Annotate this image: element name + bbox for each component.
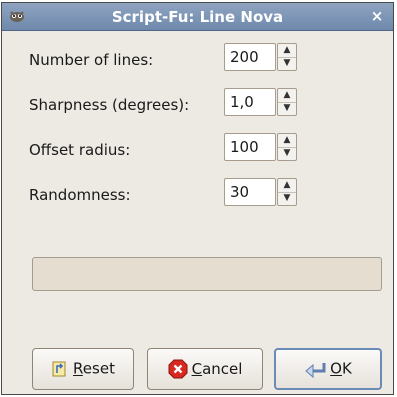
- offset-radius-input[interactable]: 100: [224, 133, 276, 161]
- sharpness-label: Sharpness (degrees):: [29, 96, 190, 114]
- spin-down-icon[interactable]: ▼: [278, 192, 296, 205]
- number-of-lines-input[interactable]: 200: [224, 43, 276, 71]
- title-bar[interactable]: Script-Fu: Line Nova ×: [2, 3, 393, 31]
- cancel-button[interactable]: Cancel: [147, 348, 263, 390]
- number-of-lines-spinner[interactable]: 200 ▲ ▼: [224, 43, 301, 73]
- ok-label: OK: [330, 359, 352, 378]
- ok-icon: [305, 362, 326, 378]
- spin-up-icon[interactable]: ▲: [278, 89, 296, 103]
- ok-button[interactable]: OK: [274, 348, 382, 390]
- reset-button[interactable]: Reset: [32, 348, 134, 390]
- dialog-window: Script-Fu: Line Nova × Number of lines: …: [1, 2, 394, 395]
- cancel-label: Cancel: [191, 360, 243, 378]
- reset-label: Reset: [73, 359, 115, 378]
- spin-up-icon[interactable]: ▲: [278, 179, 296, 193]
- reset-icon: [52, 361, 66, 376]
- sharpness-spinner[interactable]: 1,0 ▲ ▼: [224, 88, 301, 118]
- spin-up-icon[interactable]: ▲: [278, 134, 296, 148]
- progress-bar: [32, 257, 382, 291]
- randomness-label: Randomness:: [29, 186, 131, 204]
- close-icon[interactable]: ×: [369, 7, 385, 25]
- spin-buttons[interactable]: ▲ ▼: [277, 88, 297, 116]
- spin-down-icon[interactable]: ▼: [278, 57, 296, 70]
- spin-buttons[interactable]: ▲ ▼: [277, 133, 297, 161]
- spin-down-icon[interactable]: ▼: [278, 102, 296, 115]
- number-of-lines-label: Number of lines:: [29, 51, 154, 69]
- spin-down-icon[interactable]: ▼: [278, 147, 296, 160]
- cancel-icon: [168, 359, 188, 379]
- window-title: Script-Fu: Line Nova: [111, 8, 284, 26]
- spin-buttons[interactable]: ▲ ▼: [277, 43, 297, 71]
- offset-radius-spinner[interactable]: 100 ▲ ▼: [224, 133, 301, 163]
- spin-up-icon[interactable]: ▲: [278, 44, 296, 58]
- randomness-input[interactable]: 30: [224, 178, 276, 206]
- sharpness-input[interactable]: 1,0: [224, 88, 276, 116]
- spin-buttons[interactable]: ▲ ▼: [277, 178, 297, 206]
- offset-radius-label: Offset radius:: [29, 141, 131, 159]
- randomness-spinner[interactable]: 30 ▲ ▼: [224, 178, 301, 208]
